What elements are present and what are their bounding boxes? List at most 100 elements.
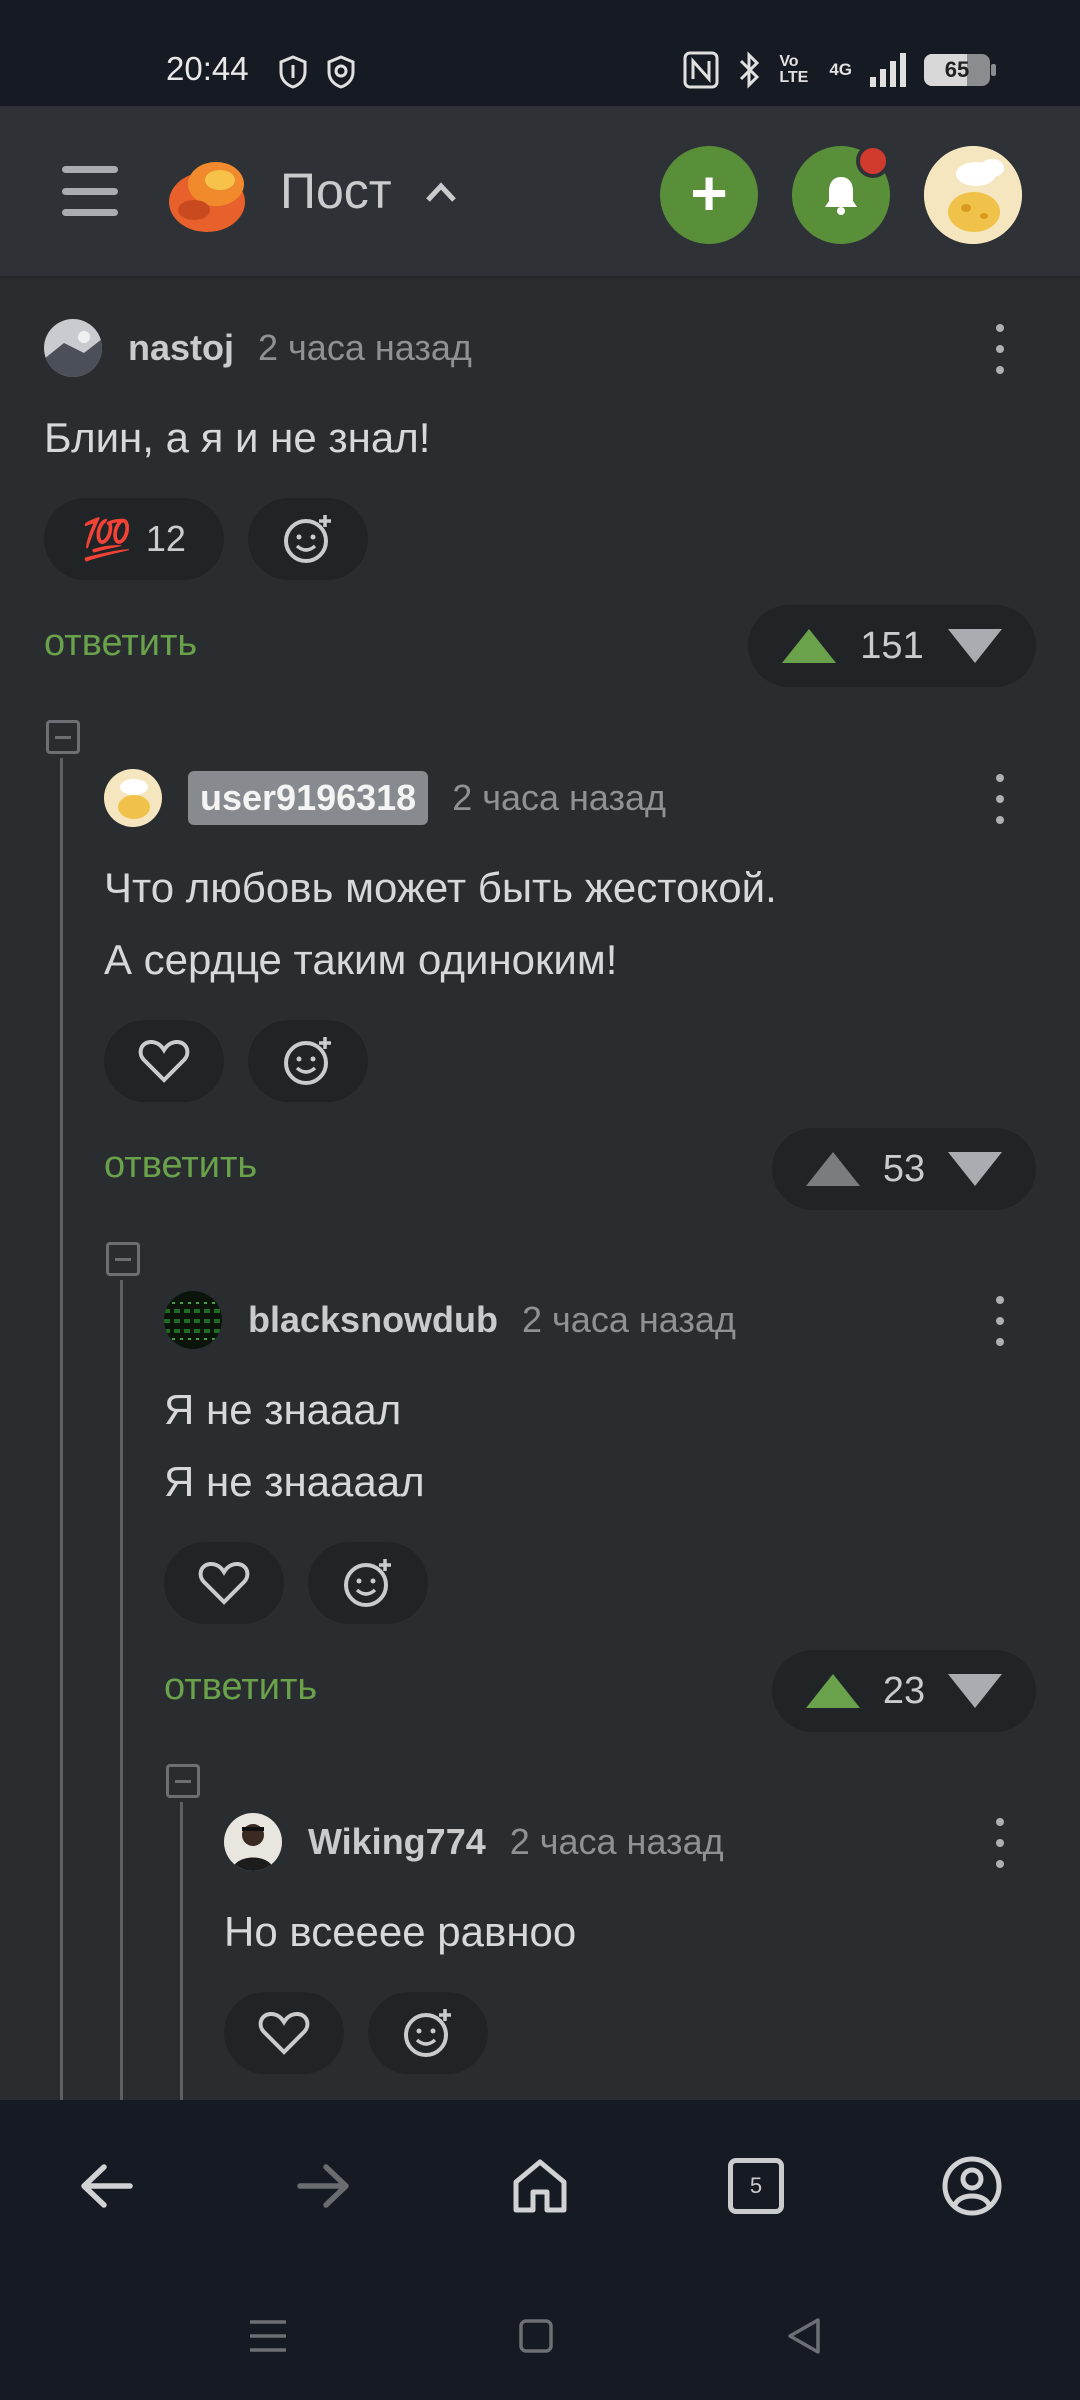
menu-icon[interactable] <box>62 166 118 216</box>
more-options-icon[interactable] <box>990 1818 1010 1868</box>
vote-count: 53 <box>882 1147 926 1190</box>
thread-line[interactable] <box>120 1280 123 2100</box>
upvote-icon[interactable] <box>806 1152 860 1186</box>
comment-line: Но всееее равноо <box>224 1908 577 1955</box>
upvote-icon[interactable] <box>806 1674 860 1708</box>
comment-time: 2 часа назад <box>522 1299 736 1340</box>
downvote-icon[interactable] <box>948 1674 1002 1708</box>
comment-time: 2 часа назад <box>509 1821 724 1862</box>
volte-icon: Vo LTE <box>779 53 809 86</box>
security-icon <box>327 55 355 89</box>
nfc-icon <box>683 51 719 89</box>
bell-icon <box>825 177 857 215</box>
like-button[interactable] <box>164 1542 284 1624</box>
comment-text: Но всееее равноо <box>224 1896 576 1968</box>
collapse-thread-button[interactable] <box>106 1242 140 1276</box>
app-header: Пост + <box>0 106 1080 278</box>
network-type: 4G <box>829 60 852 79</box>
username[interactable]: blacksnowdub <box>248 1299 498 1341</box>
signal-icon <box>870 53 906 87</box>
profile-button[interactable] <box>932 2146 1012 2226</box>
comment-line: Я не знааал <box>164 1386 402 1433</box>
collapse-thread-button[interactable] <box>46 720 80 754</box>
username[interactable]: nastoj <box>128 327 234 369</box>
thread-line[interactable] <box>180 1802 183 2100</box>
battery-indicator: 65 <box>924 54 996 86</box>
triangle-back-icon <box>788 2318 820 2354</box>
shield-info-icon <box>279 55 307 89</box>
browser-toolbar: 5 <box>0 2100 1080 2272</box>
reply-link[interactable]: ответить <box>164 1666 317 1709</box>
comment-text: Блин, а я и не знал! <box>44 402 430 474</box>
add-reaction-button[interactable] <box>368 1992 488 2074</box>
avatar[interactable] <box>224 1813 282 1871</box>
app-logo[interactable] <box>164 150 250 236</box>
back-system-button[interactable] <box>774 2306 834 2366</box>
reply-link[interactable]: ответить <box>44 622 197 665</box>
comment-time: 2 часа назад <box>258 327 472 368</box>
thread-line[interactable] <box>60 758 63 2100</box>
comment-line: Я не знаааал <box>164 1458 425 1505</box>
comments-feed[interactable]: nastoj 2 часа назад Блин, а я и не знал!… <box>0 280 1080 2100</box>
add-post-button[interactable]: + <box>660 146 758 244</box>
add-emoji-icon <box>344 1559 391 1607</box>
more-options-icon[interactable] <box>990 774 1010 824</box>
username[interactable]: Wiking774 <box>308 1821 486 1863</box>
comment-line: Блин, а я и не знал! <box>44 414 431 461</box>
profile-icon <box>942 2156 1002 2216</box>
comment-time: 2 часа назад <box>452 777 667 818</box>
downvote-icon[interactable] <box>948 1152 1002 1186</box>
avatar[interactable] <box>104 769 162 827</box>
more-options-icon[interactable] <box>990 324 1010 374</box>
forward-button[interactable] <box>284 2146 364 2226</box>
add-emoji-icon <box>284 515 331 563</box>
downvote-icon[interactable] <box>948 629 1002 663</box>
home-system-button[interactable] <box>506 2306 566 2366</box>
menu-lines-icon <box>250 2320 286 2352</box>
avatar[interactable] <box>164 1291 222 1349</box>
plus-icon: + <box>690 157 728 229</box>
add-emoji-icon <box>284 1037 331 1085</box>
home-icon <box>513 2159 567 2213</box>
collapse-thread-button[interactable] <box>166 1764 200 1798</box>
home-button[interactable] <box>500 2146 580 2226</box>
vote-count: 23 <box>882 1669 926 1712</box>
like-button[interactable] <box>224 1992 344 2074</box>
comment-header: blacksnowdub 2 часа назад <box>164 1290 736 1350</box>
comment-line: Что любовь может быть жестокой. <box>104 864 777 911</box>
status-time: 20:44 <box>166 50 249 87</box>
vote-control: 151 <box>748 605 1036 687</box>
bluetooth-icon <box>740 51 760 89</box>
vote-count: 151 <box>860 624 924 667</box>
user-avatar[interactable] <box>924 146 1022 244</box>
vote-control: 53 <box>772 1128 1036 1210</box>
upvote-icon[interactable] <box>782 629 836 663</box>
forward-arrow-icon <box>297 2164 349 2208</box>
add-reaction-button[interactable] <box>308 1542 428 1624</box>
reply-link[interactable]: ответить <box>104 1144 257 1187</box>
heart-icon <box>198 1561 250 1605</box>
page-title[interactable]: Пост <box>280 162 392 220</box>
status-bar: 20:44 Vo LTE 4G 65 <box>0 0 1080 106</box>
avatar[interactable] <box>44 319 102 377</box>
recent-apps-button[interactable] <box>238 2306 298 2366</box>
add-reaction-button[interactable] <box>248 498 368 580</box>
tabs-button[interactable]: 5 <box>716 2146 796 2226</box>
username[interactable]: user9196318 <box>188 771 429 825</box>
notifications-button[interactable] <box>792 144 890 244</box>
vote-control: 23 <box>772 1650 1036 1732</box>
add-emoji-icon <box>404 2009 451 2057</box>
chevron-up-icon[interactable] <box>424 180 458 204</box>
tabs-icon: 5 <box>728 2158 784 2214</box>
more-options-icon[interactable] <box>990 1296 1010 1346</box>
hundred-emoji-icon: 💯 <box>82 517 132 562</box>
reaction-button[interactable]: 💯 12 <box>44 498 224 580</box>
add-reaction-button[interactable] <box>248 1020 368 1102</box>
square-icon <box>519 2319 553 2353</box>
comment-text: Я не знааал Я не знаааал <box>164 1374 425 1518</box>
avatar-image <box>924 146 1022 244</box>
like-button[interactable] <box>104 1020 224 1102</box>
back-button[interactable] <box>66 2146 146 2226</box>
comment-header: nastoj 2 часа назад <box>44 318 472 378</box>
heart-icon <box>258 2011 310 2055</box>
